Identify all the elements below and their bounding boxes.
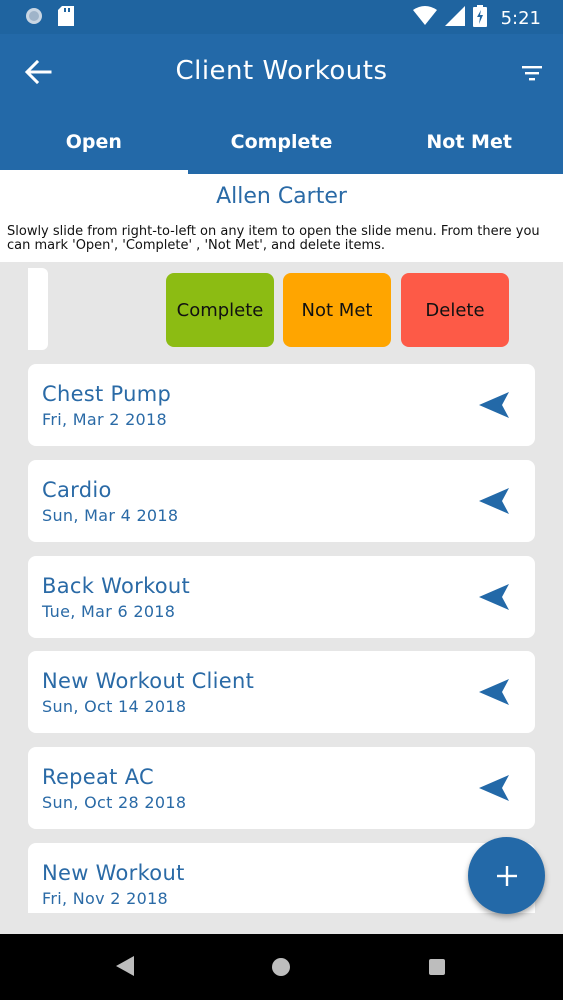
tab-not-met[interactable]: Not Met bbox=[375, 110, 563, 174]
workout-date: Sun, Oct 14 2018 bbox=[42, 697, 187, 716]
workout-name: Chest Pump bbox=[42, 382, 172, 406]
swipe-left-arrow-icon bbox=[479, 488, 509, 514]
battery-charging-icon bbox=[472, 5, 487, 31]
workout-name: New Workout bbox=[42, 861, 185, 885]
tab-open[interactable]: Open bbox=[0, 110, 188, 174]
status-time: 5:21 bbox=[500, 7, 541, 29]
workout-card[interactable]: New Workout Fri, Nov 2 2018 bbox=[28, 843, 535, 913]
status-bar: 5:21 bbox=[0, 0, 563, 34]
app-bar: Client Workouts bbox=[0, 34, 563, 110]
workout-name: Repeat AC bbox=[42, 765, 154, 789]
add-workout-button[interactable] bbox=[468, 837, 545, 914]
tab-complete[interactable]: Complete bbox=[188, 110, 376, 174]
mark-complete-button[interactable]: Complete bbox=[166, 273, 274, 347]
client-header: Allen Carter Slowly slide from right-to-… bbox=[0, 174, 563, 262]
workout-date: Fri, Nov 2 2018 bbox=[42, 889, 169, 908]
sd-card-icon bbox=[58, 6, 74, 30]
system-nav-bar bbox=[0, 934, 563, 1000]
workout-date: Tue, Mar 6 2018 bbox=[42, 602, 176, 621]
page-title: Client Workouts bbox=[175, 56, 388, 86]
workout-card[interactable]: Cardio Sun, Mar 4 2018 bbox=[28, 460, 535, 542]
nav-back-icon[interactable] bbox=[116, 956, 134, 980]
workout-date: Sun, Mar 4 2018 bbox=[42, 506, 179, 525]
nav-home-icon[interactable] bbox=[272, 958, 290, 976]
instruction-text: Slowly slide from right-to-left on any i… bbox=[7, 224, 540, 253]
swipe-left-arrow-icon bbox=[479, 679, 509, 705]
swipe-left-arrow-icon bbox=[479, 584, 509, 610]
workout-name: Cardio bbox=[42, 478, 112, 502]
nav-recents-icon[interactable] bbox=[429, 959, 445, 975]
workout-card[interactable]: Back Workout Tue, Mar 6 2018 bbox=[28, 556, 535, 638]
swipe-left-arrow-icon bbox=[479, 775, 509, 801]
swipe-left-arrow-icon bbox=[479, 392, 509, 418]
workout-name: New Workout Client bbox=[42, 669, 255, 693]
notification-icon bbox=[24, 6, 44, 30]
workout-card[interactable]: Repeat AC Sun, Oct 28 2018 bbox=[28, 747, 535, 829]
wifi-icon bbox=[412, 6, 437, 30]
signal-icon bbox=[444, 6, 465, 30]
workout-card[interactable]: Chest Pump Fri, Mar 2 2018 bbox=[28, 364, 535, 446]
workout-name: Back Workout bbox=[42, 574, 191, 598]
plus-icon bbox=[496, 865, 517, 886]
workout-date: Fri, Mar 2 2018 bbox=[42, 410, 167, 429]
slid-card-edge[interactable] bbox=[28, 268, 48, 350]
workout-date: Sun, Oct 28 2018 bbox=[42, 793, 187, 812]
tab-bar: Open Complete Not Met bbox=[0, 110, 563, 174]
delete-button[interactable]: Delete bbox=[401, 273, 509, 347]
client-name: Allen Carter bbox=[216, 184, 347, 209]
filter-icon[interactable] bbox=[519, 60, 545, 86]
mark-not-met-button[interactable]: Not Met bbox=[283, 273, 391, 347]
workout-card[interactable]: New Workout Client Sun, Oct 14 2018 bbox=[28, 651, 535, 733]
slide-menu-row: Complete Not Met Delete bbox=[0, 268, 563, 352]
